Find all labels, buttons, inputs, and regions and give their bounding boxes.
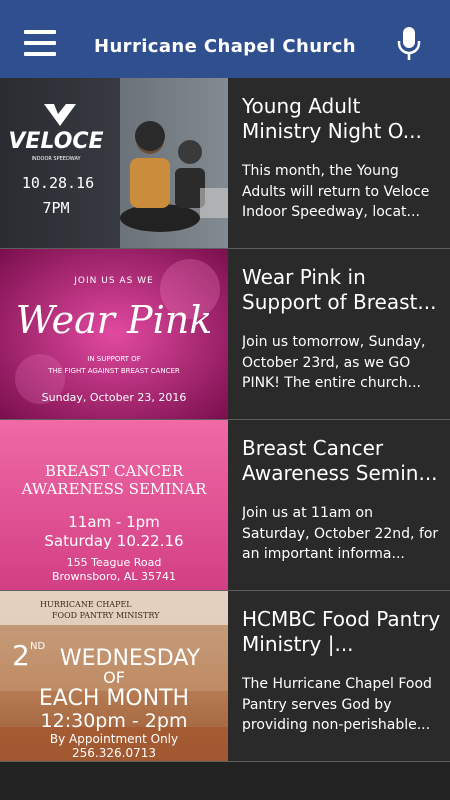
post-thumbnail: HURRICANE CHAPEL FOOD PANTRY MINISTRY 2 … bbox=[0, 591, 228, 761]
post-title: Wear Pink in Support of Breast... bbox=[242, 265, 437, 314]
post-title: Young Adult Ministry Night O... bbox=[242, 94, 422, 143]
thumb-line2: AWARENESS SEMINAR bbox=[21, 480, 208, 498]
thumb-time: 12:30pm - 2pm bbox=[41, 710, 188, 732]
thumb-date: Sunday, October 23, 2016 bbox=[42, 391, 187, 404]
list-item[interactable]: JOIN US AS WE Wear Pink IN SUPPORT OF TH… bbox=[0, 249, 450, 420]
bottom-area bbox=[0, 762, 450, 800]
post-excerpt: This month, the Young Adults will return… bbox=[242, 163, 430, 220]
thumb-ord: ND bbox=[30, 641, 45, 652]
thumb-org2: FOOD PANTRY MINISTRY bbox=[52, 611, 160, 620]
thumb-brand: VELOCE bbox=[8, 129, 103, 154]
thumb-sub2: THE FIGHT AGAINST BREAST CANCER bbox=[47, 367, 180, 375]
app-title: Hurricane Chapel Church bbox=[93, 36, 356, 57]
post-excerpt: The Hurricane Chapel Food Pantry serves … bbox=[242, 676, 432, 733]
microphone-icon[interactable] bbox=[396, 26, 422, 62]
app-bar: Hurricane Chapel Church bbox=[0, 0, 450, 78]
thumb-date: Saturday 10.22.16 bbox=[44, 532, 183, 550]
thumb-addr2: Brownsboro, AL 35741 bbox=[52, 570, 176, 583]
thumb-sub1: IN SUPPORT OF bbox=[87, 355, 140, 363]
thumb-addr1: 155 Teague Road bbox=[67, 556, 162, 569]
thumb-top: JOIN US AS WE bbox=[73, 276, 153, 286]
thumb-date: 10.28.16 bbox=[22, 174, 94, 192]
post-thumbnail: JOIN US AS WE Wear Pink IN SUPPORT OF TH… bbox=[0, 249, 228, 419]
list-item[interactable]: VELOCE INDOOR SPEEDWAY 10.28.16 7PM Youn… bbox=[0, 78, 450, 249]
thumb-subbrand: INDOOR SPEEDWAY bbox=[31, 156, 81, 162]
list-item[interactable]: BREAST CANCER AWARENESS SEMINAR 11am - 1… bbox=[0, 420, 450, 591]
thumb-time: 11am - 1pm bbox=[68, 513, 160, 531]
thumb-num: 2 bbox=[12, 639, 30, 672]
thumb-each: EACH MONTH bbox=[39, 686, 189, 711]
thumb-org1: HURRICANE CHAPEL bbox=[40, 600, 132, 609]
post-thumbnail: VELOCE INDOOR SPEEDWAY 10.28.16 7PM bbox=[0, 78, 228, 248]
thumb-of: OF bbox=[103, 668, 125, 687]
thumb-phone: 256.326.0713 bbox=[72, 746, 156, 760]
thumb-line1: BREAST CANCER bbox=[45, 462, 184, 480]
post-excerpt: Join us at 11am on Saturday, October 22n… bbox=[242, 505, 439, 562]
post-thumbnail: BREAST CANCER AWARENESS SEMINAR 11am - 1… bbox=[0, 420, 228, 590]
thumb-time: 7PM bbox=[42, 199, 69, 217]
post-excerpt: Join us tomorrow, Sunday, October 23rd, … bbox=[242, 334, 426, 391]
list-item[interactable]: HURRICANE CHAPEL FOOD PANTRY MINISTRY 2 … bbox=[0, 591, 450, 762]
post-title: HCMBC Food Pantry Ministry |... bbox=[242, 607, 441, 656]
thumb-headline: Wear Pink bbox=[16, 298, 213, 342]
thumb-day: WEDNESDAY bbox=[60, 646, 201, 671]
thumb-appt: By Appointment Only bbox=[50, 732, 178, 746]
post-title: Breast Cancer Awareness Semin... bbox=[242, 436, 438, 485]
